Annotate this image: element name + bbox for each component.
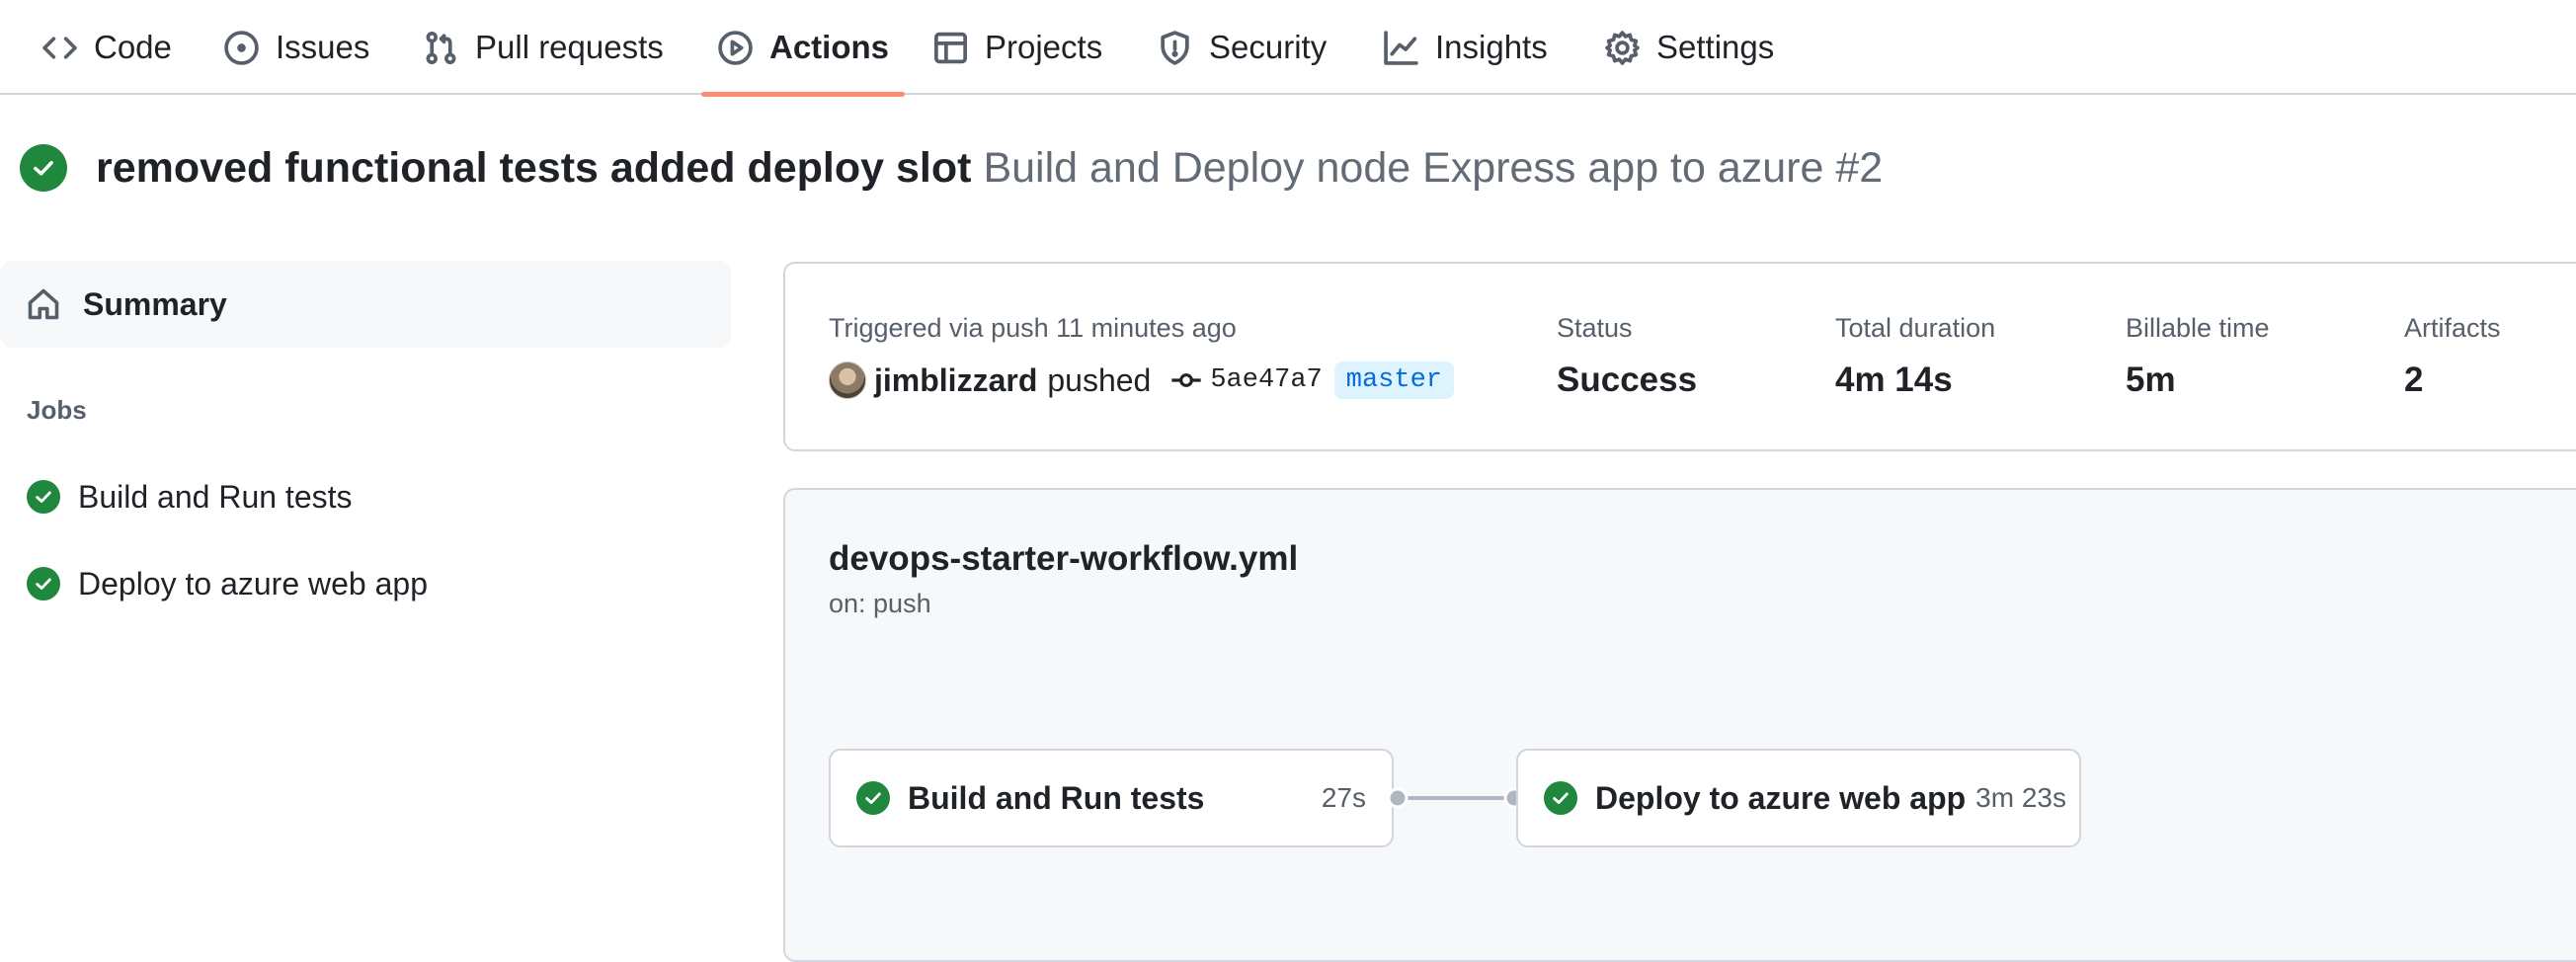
check-circle-fill-icon: [856, 781, 890, 815]
git-pull-request-icon: [426, 31, 456, 64]
duration-value[interactable]: 4m 14s: [1835, 361, 1953, 400]
play-icon: [718, 30, 753, 65]
artifacts-count[interactable]: 2: [2404, 361, 2423, 400]
run-title: removed functional tests added deploy sl…: [96, 143, 972, 192]
home-icon: [28, 288, 59, 320]
issue-opened-icon: [224, 30, 259, 65]
job-node-duration: 27s: [1321, 782, 1366, 813]
tab-settings-label: Settings: [1656, 29, 1775, 65]
sidebar-summary-link[interactable]: Summary: [0, 261, 731, 348]
sidebar-job-build[interactable]: Build and Run tests: [27, 467, 353, 526]
tab-code-label: Code: [94, 29, 172, 65]
job-dependency-connector: [1387, 787, 1525, 809]
trigger-details: jimblizzard pushed 5ae47a7 master: [829, 359, 1454, 402]
check-circle-fill-icon: [27, 480, 60, 514]
tab-security[interactable]: Security: [1157, 0, 1327, 95]
table-icon: [934, 32, 967, 63]
status-label: Status: [1557, 313, 1633, 343]
avatar[interactable]: [829, 361, 866, 399]
branch-label[interactable]: master: [1333, 361, 1454, 399]
artifacts-label: Artifacts: [2404, 313, 2501, 343]
sidebar-job-deploy[interactable]: Deploy to azure web app: [27, 554, 428, 613]
workflow-run-name[interactable]: Build and Deploy node Express app to azu…: [983, 144, 1883, 193]
graph-icon: [1384, 30, 1418, 65]
sidebar-job-label: Deploy to azure web app: [78, 565, 428, 601]
tab-pull-requests[interactable]: Pull requests: [423, 0, 664, 95]
repo-nav: Code Issues Pull requests Actions Projec…: [0, 0, 2576, 97]
tab-projects[interactable]: Projects: [932, 0, 1102, 95]
job-node-deploy[interactable]: Deploy to azure web app 3m 23s: [1516, 749, 2081, 847]
billable-time-label: Billable time: [2126, 313, 2270, 343]
check-circle-fill-icon: [27, 567, 60, 601]
tab-insights-label: Insights: [1435, 29, 1548, 65]
code-icon: [42, 36, 77, 59]
trigger-text: Triggered via push 11 minutes ago: [829, 313, 1237, 343]
job-node-name: Build and Run tests: [908, 779, 1205, 816]
tab-pull-requests-label: Pull requests: [475, 29, 664, 65]
actor-link[interactable]: jimblizzard: [874, 362, 1037, 399]
push-action-text: pushed: [1047, 361, 1152, 398]
tab-issues[interactable]: Issues: [223, 0, 369, 95]
tab-actions-label: Actions: [769, 29, 890, 65]
check-circle-fill-icon: [1544, 781, 1577, 815]
jobs-heading: Jobs: [27, 395, 87, 425]
job-node-name: Deploy to azure web app: [1595, 779, 1967, 816]
check-circle-fill-icon: [20, 144, 67, 192]
job-node-duration: 3m 23s: [1975, 782, 2066, 813]
workflow-file-name[interactable]: devops-starter-workflow.yml: [829, 539, 1298, 579]
git-commit-icon: [1171, 373, 1202, 387]
tab-code[interactable]: Code: [41, 0, 172, 95]
status-value: Success: [1557, 361, 1698, 399]
sidebar-summary-label: Summary: [83, 285, 227, 322]
workflow-graph-card: devops-starter-workflow.yml on: push Bui…: [783, 488, 2576, 962]
tab-security-label: Security: [1209, 29, 1328, 65]
run-header: removed functional tests added deploy sl…: [20, 136, 1883, 200]
tab-projects-label: Projects: [985, 29, 1103, 65]
workflow-trigger: on: push: [829, 589, 931, 618]
shield-icon: [1161, 30, 1189, 65]
run-summary-card: Triggered via push 11 minutes ago jimbli…: [783, 262, 2576, 451]
tab-settings[interactable]: Settings: [1604, 0, 1774, 95]
duration-label: Total duration: [1835, 313, 1996, 343]
active-tab-indicator: [701, 92, 906, 97]
tab-issues-label: Issues: [276, 29, 370, 65]
sidebar-job-label: Build and Run tests: [78, 478, 353, 515]
commit-sha-link[interactable]: 5ae47a7: [1210, 365, 1322, 395]
job-node-build[interactable]: Build and Run tests 27s: [829, 749, 1394, 847]
gear-icon: [1605, 30, 1640, 65]
billable-time-value: 5m: [2126, 361, 2176, 399]
tab-insights[interactable]: Insights: [1383, 0, 1548, 95]
tab-actions[interactable]: Actions: [701, 0, 906, 97]
